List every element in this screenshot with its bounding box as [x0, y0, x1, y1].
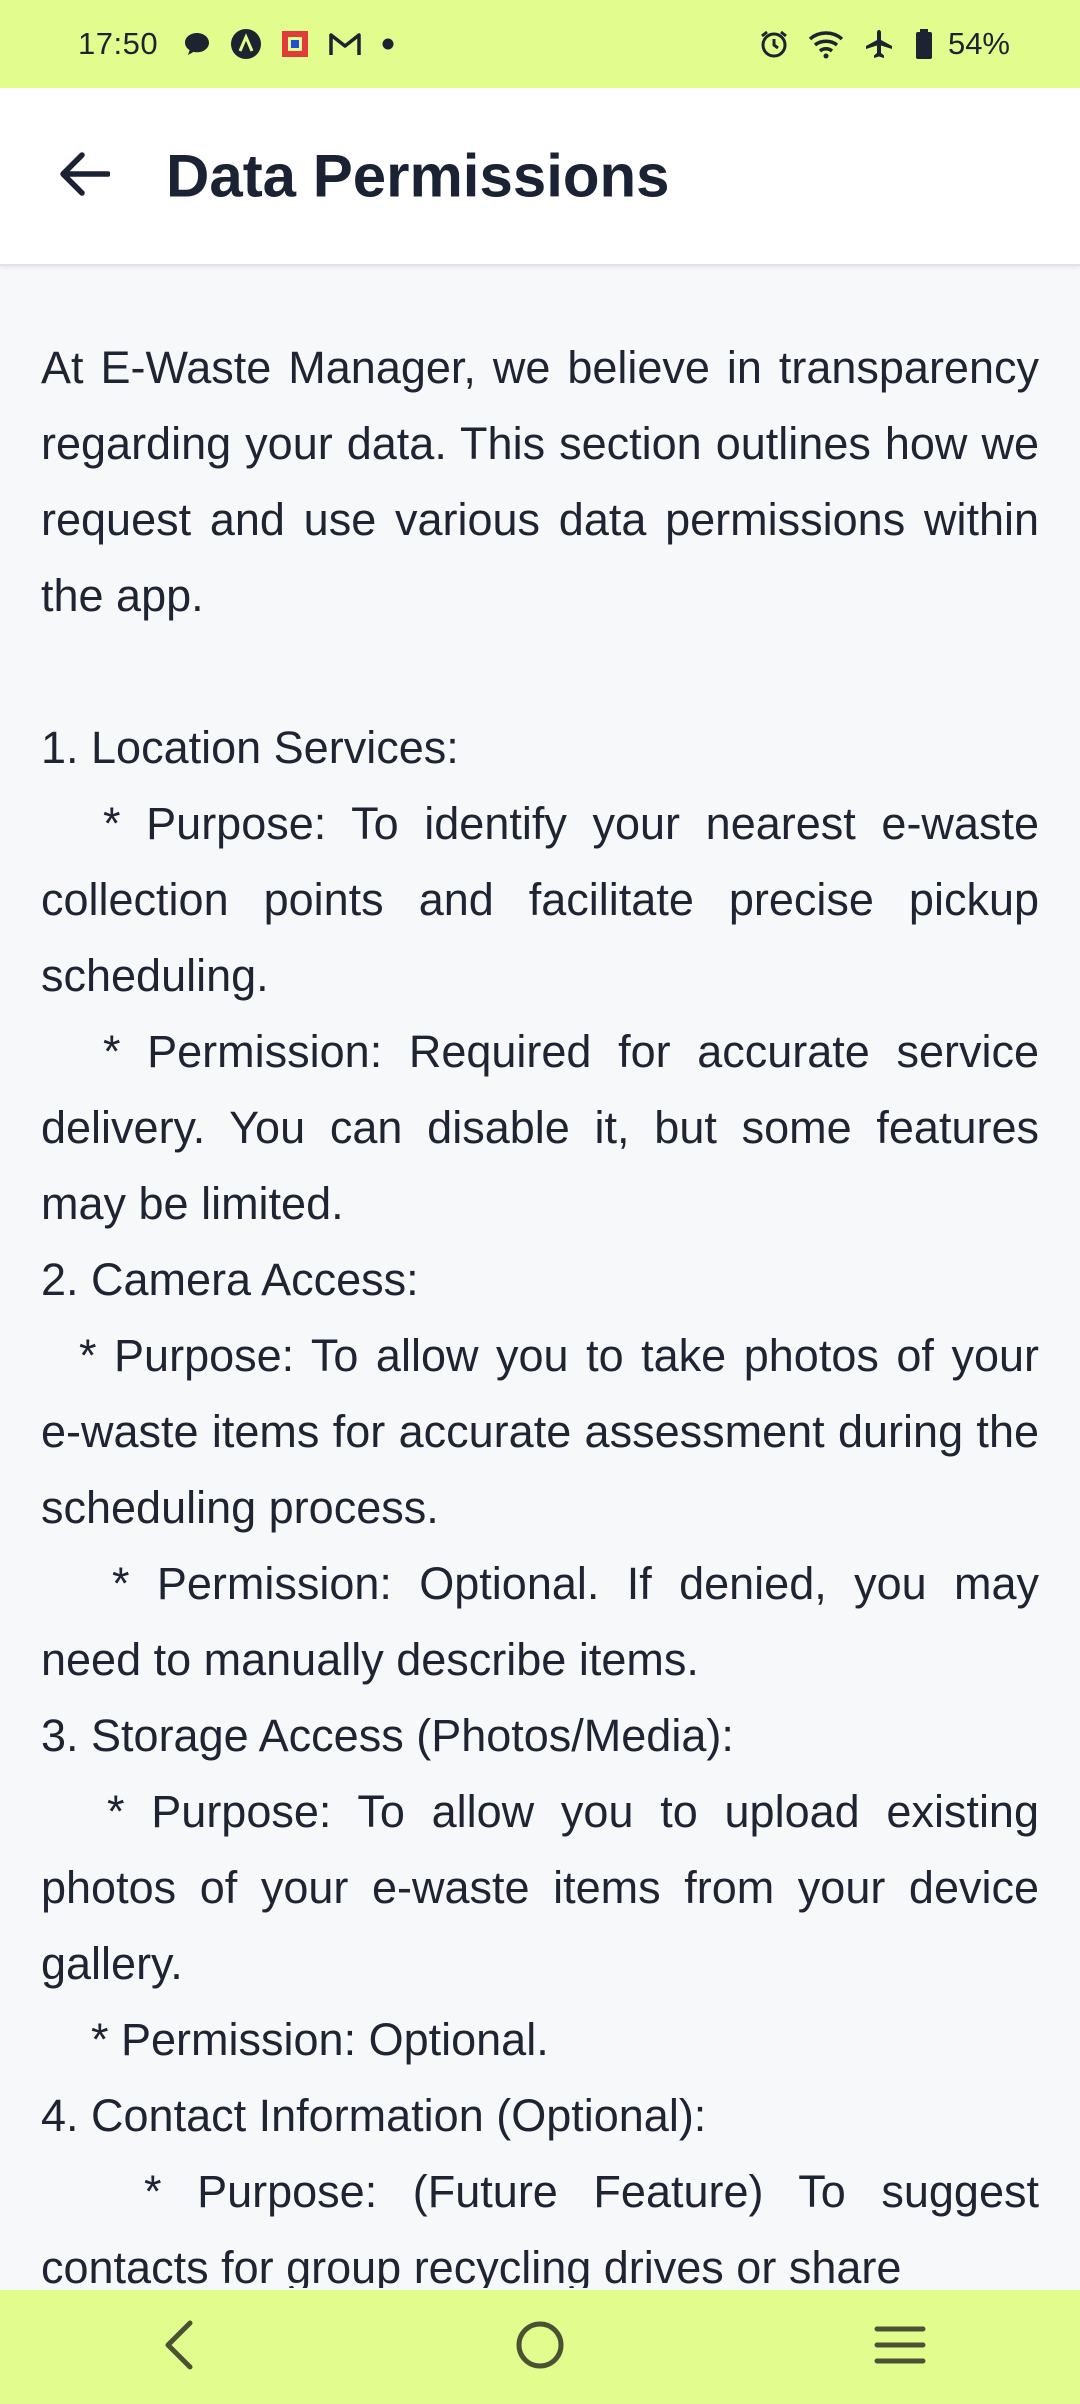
section-heading: 4. Contact Information (Optional):	[41, 2090, 707, 2141]
section-heading: 1. Location Services:	[41, 722, 459, 773]
permission-location: 1. Location Services: * Purpose: To iden…	[41, 710, 1039, 1242]
permission-contacts: 4. Contact Information (Optional): * Pur…	[41, 2078, 1039, 2288]
intro-section: At E-Waste Manager, we believe in transp…	[41, 268, 1039, 634]
page-title: Data Permissions	[166, 142, 670, 210]
a-badge-icon	[230, 28, 262, 60]
permission-text: * Permission: Optional.	[91, 2014, 549, 2065]
section-heading: 2. Camera Access:	[41, 1254, 419, 1305]
nav-home-icon	[514, 2319, 566, 2376]
status-time: 17:50	[78, 26, 159, 61]
nav-back-icon	[160, 2319, 200, 2376]
dot-icon	[380, 36, 396, 52]
status-bar-left: 17:50	[78, 26, 396, 62]
chat-bubble-icon	[182, 29, 212, 59]
purpose-text: * Purpose: To identify your nearest e-wa…	[41, 798, 1039, 1001]
airplane-icon	[862, 27, 896, 61]
permission-text: * Permission: Optional. If denied, you m…	[41, 1558, 1039, 1685]
app-bar: Data Permissions	[0, 88, 1080, 266]
permissions-content[interactable]: At E-Waste Manager, we believe in transp…	[41, 268, 1039, 2288]
system-nav-bar	[0, 2290, 1080, 2404]
alarm-icon	[758, 28, 790, 60]
permission-text: * Permission: Required for accurate serv…	[41, 1026, 1039, 1229]
intro-text: At E-Waste Manager, we believe in transp…	[41, 342, 1039, 621]
purpose-text: * Purpose: To allow you to upload existi…	[41, 1786, 1039, 1989]
back-arrow-icon	[58, 151, 111, 202]
gmail-icon	[328, 30, 362, 58]
battery-percent: 54%	[947, 26, 1010, 61]
battery-icon	[914, 28, 934, 60]
section-heading: 3. Storage Access (Photos/Media):	[41, 1710, 734, 1761]
purpose-text: * Purpose: (Future Feature) To suggest c…	[41, 2166, 1039, 2288]
permission-storage: 3. Storage Access (Photos/Media): * Purp…	[41, 1698, 1039, 2078]
nav-menu-button[interactable]	[840, 2297, 960, 2397]
nav-menu-icon	[874, 2323, 926, 2372]
nav-back-button[interactable]	[120, 2297, 240, 2397]
status-bar: 17:50 54%	[0, 0, 1080, 88]
back-button[interactable]	[46, 138, 122, 214]
purpose-text: * Purpose: To allow you to take photos o…	[41, 1330, 1039, 1533]
status-bar-right: 54%	[758, 26, 1010, 62]
nav-home-button[interactable]	[480, 2297, 600, 2397]
wifi-icon	[808, 29, 844, 59]
square-app-icon	[280, 29, 310, 59]
permission-camera: 2. Camera Access: * Purpose: To allow yo…	[41, 1242, 1039, 1698]
